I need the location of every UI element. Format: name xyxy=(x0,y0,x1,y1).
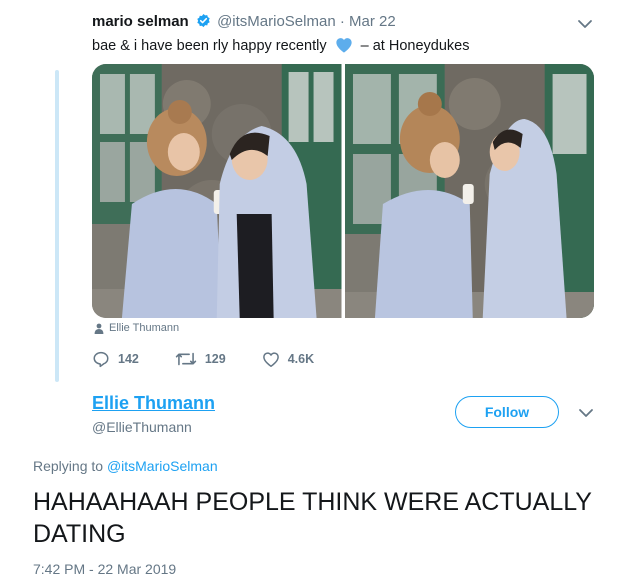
photo-left[interactable] xyxy=(92,64,342,318)
retweet-count: 129 xyxy=(204,352,226,366)
chevron-down-icon[interactable] xyxy=(575,14,595,34)
location-text[interactable]: – at Honeydukes xyxy=(361,38,470,54)
follow-button[interactable]: Follow xyxy=(455,396,559,428)
photo-tag-name[interactable]: Ellie Thumann xyxy=(109,322,179,334)
main-author-name[interactable]: Ellie Thumann xyxy=(92,393,215,414)
header-separator: · xyxy=(339,13,345,30)
photo-right[interactable] xyxy=(344,64,595,318)
quoted-author-name[interactable]: mario selman xyxy=(92,13,189,30)
reply-icon xyxy=(93,351,109,368)
blue-heart-icon xyxy=(335,38,352,53)
tweet-text-part: bae & i have been rly happy recently xyxy=(92,38,327,54)
main-author-handle[interactable]: @EllieThumann xyxy=(92,419,215,435)
reply-button[interactable]: 142 xyxy=(92,350,139,368)
replying-to-line: Replying to @itsMarioSelman xyxy=(33,458,218,474)
chevron-down-icon[interactable] xyxy=(576,403,596,423)
thread-line xyxy=(55,70,59,382)
reply-count: 142 xyxy=(118,352,139,366)
retweet-icon xyxy=(175,352,197,366)
main-author: Ellie Thumann @EllieThumann xyxy=(92,393,215,435)
verified-badge-icon xyxy=(197,13,210,28)
quoted-tweet-header: mario selman @itsMarioSelman · Mar 22 xyxy=(92,13,396,30)
tweet-media[interactable] xyxy=(92,64,594,318)
replying-prefix: Replying to xyxy=(33,458,104,474)
quoted-tweet-text: bae & i have been rly happy recently – a… xyxy=(92,37,469,54)
replying-to-handle[interactable]: @itsMarioSelman xyxy=(107,458,218,474)
like-button[interactable]: 4.6K xyxy=(262,351,314,368)
photo-tag[interactable]: Ellie Thumann xyxy=(94,322,179,334)
main-tweet-text: HAHAAHAAH PEOPLE THINK WERE ACTUALLY DAT… xyxy=(33,488,592,548)
like-count: 4.6K xyxy=(287,352,315,366)
like-icon xyxy=(262,351,279,367)
tweet-timestamp[interactable]: 7:42 PM - 22 Mar 2019 xyxy=(33,561,176,577)
person-icon xyxy=(94,323,104,334)
quoted-author-handle[interactable]: @itsMarioSelman xyxy=(217,13,336,30)
retweet-button[interactable]: 129 xyxy=(175,350,226,368)
tweet-actions: 142 129 4.6K xyxy=(92,350,350,368)
quoted-tweet-date[interactable]: Mar 22 xyxy=(349,13,396,30)
